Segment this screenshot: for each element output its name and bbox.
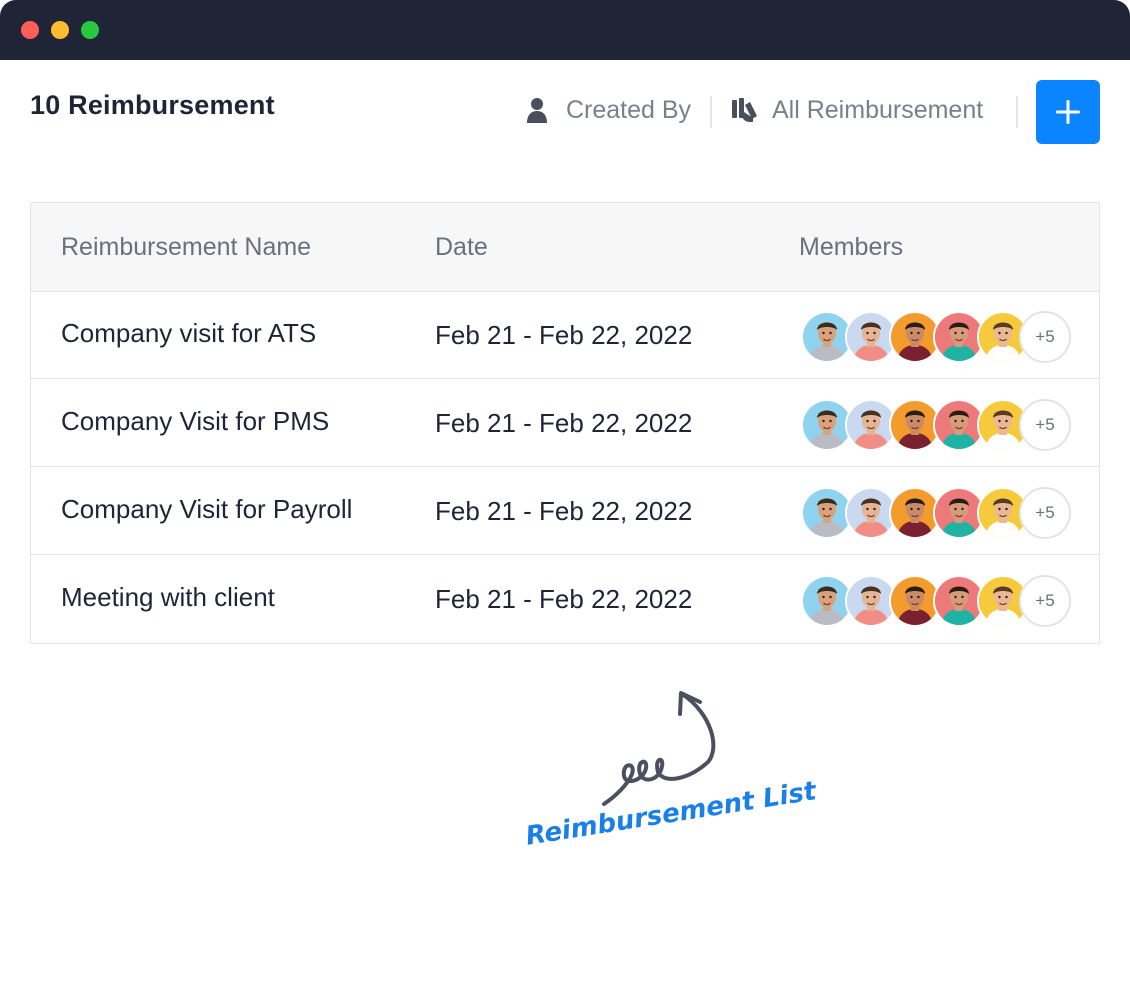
close-window-button[interactable]	[21, 21, 39, 39]
reimbursement-name: Meeting with client	[61, 582, 275, 612]
filter-divider	[1016, 96, 1018, 128]
more-members-badge[interactable]: +5	[1019, 487, 1071, 539]
plus-icon	[1056, 100, 1080, 124]
reimbursement-name: Company Visit for PMS	[61, 406, 330, 436]
table-header: Reimbursement Name Date Members	[31, 203, 1099, 292]
reimbursement-date: Feb 21 - Feb 22, 2022	[435, 584, 693, 614]
more-members-badge[interactable]: +5	[1019, 575, 1071, 627]
members-avatar-group[interactable]: +5	[801, 575, 1081, 627]
minimize-window-button[interactable]	[51, 21, 69, 39]
column-header-members[interactable]: Members	[799, 233, 903, 262]
created-by-label: Created By	[566, 95, 692, 124]
reimbursement-date: Feb 21 - Feb 22, 2022	[435, 496, 693, 526]
all-reimbursement-label: All Reimbursement	[772, 95, 984, 124]
column-header-name[interactable]: Reimbursement Name	[61, 233, 311, 262]
more-members-badge[interactable]: +5	[1019, 399, 1071, 451]
members-avatar-group[interactable]: +5	[801, 311, 1081, 363]
zoom-window-button[interactable]	[81, 21, 99, 39]
add-reimbursement-button[interactable]	[1036, 80, 1100, 144]
app-window: 10 Reimbursement Created By All Reimburs…	[0, 0, 1130, 994]
reimbursement-date: Feb 21 - Feb 22, 2022	[435, 320, 693, 350]
title-bar	[0, 0, 1130, 60]
members-avatar-group[interactable]: +5	[801, 399, 1081, 451]
page-title: 10 Reimbursement	[30, 90, 275, 120]
reimbursement-table: Reimbursement Name Date Members Company …	[30, 202, 1100, 644]
table-row[interactable]: Company Visit for Payroll Feb 21 - Feb 2…	[31, 467, 1099, 555]
filter-divider	[710, 96, 712, 128]
reimbursement-name: Company Visit for Payroll	[61, 494, 353, 524]
all-reimbursement-filter[interactable]: All Reimbursement	[730, 92, 983, 128]
table-row[interactable]: Company Visit for PMS Feb 21 - Feb 22, 2…	[31, 379, 1099, 467]
reimbursement-date: Feb 21 - Feb 22, 2022	[435, 408, 693, 438]
more-members-badge[interactable]: +5	[1019, 311, 1071, 363]
created-by-filter[interactable]: Created By	[524, 92, 691, 128]
user-icon	[524, 96, 550, 124]
reimbursement-name: Company visit for ATS	[61, 318, 317, 348]
members-avatar-group[interactable]: +5	[801, 487, 1081, 539]
documents-icon	[730, 96, 757, 124]
column-header-date[interactable]: Date	[435, 233, 488, 262]
table-row[interactable]: Company visit for ATS Feb 21 - Feb 22, 2…	[31, 291, 1099, 379]
table-row[interactable]: Meeting with client Feb 21 - Feb 22, 202…	[31, 555, 1099, 642]
